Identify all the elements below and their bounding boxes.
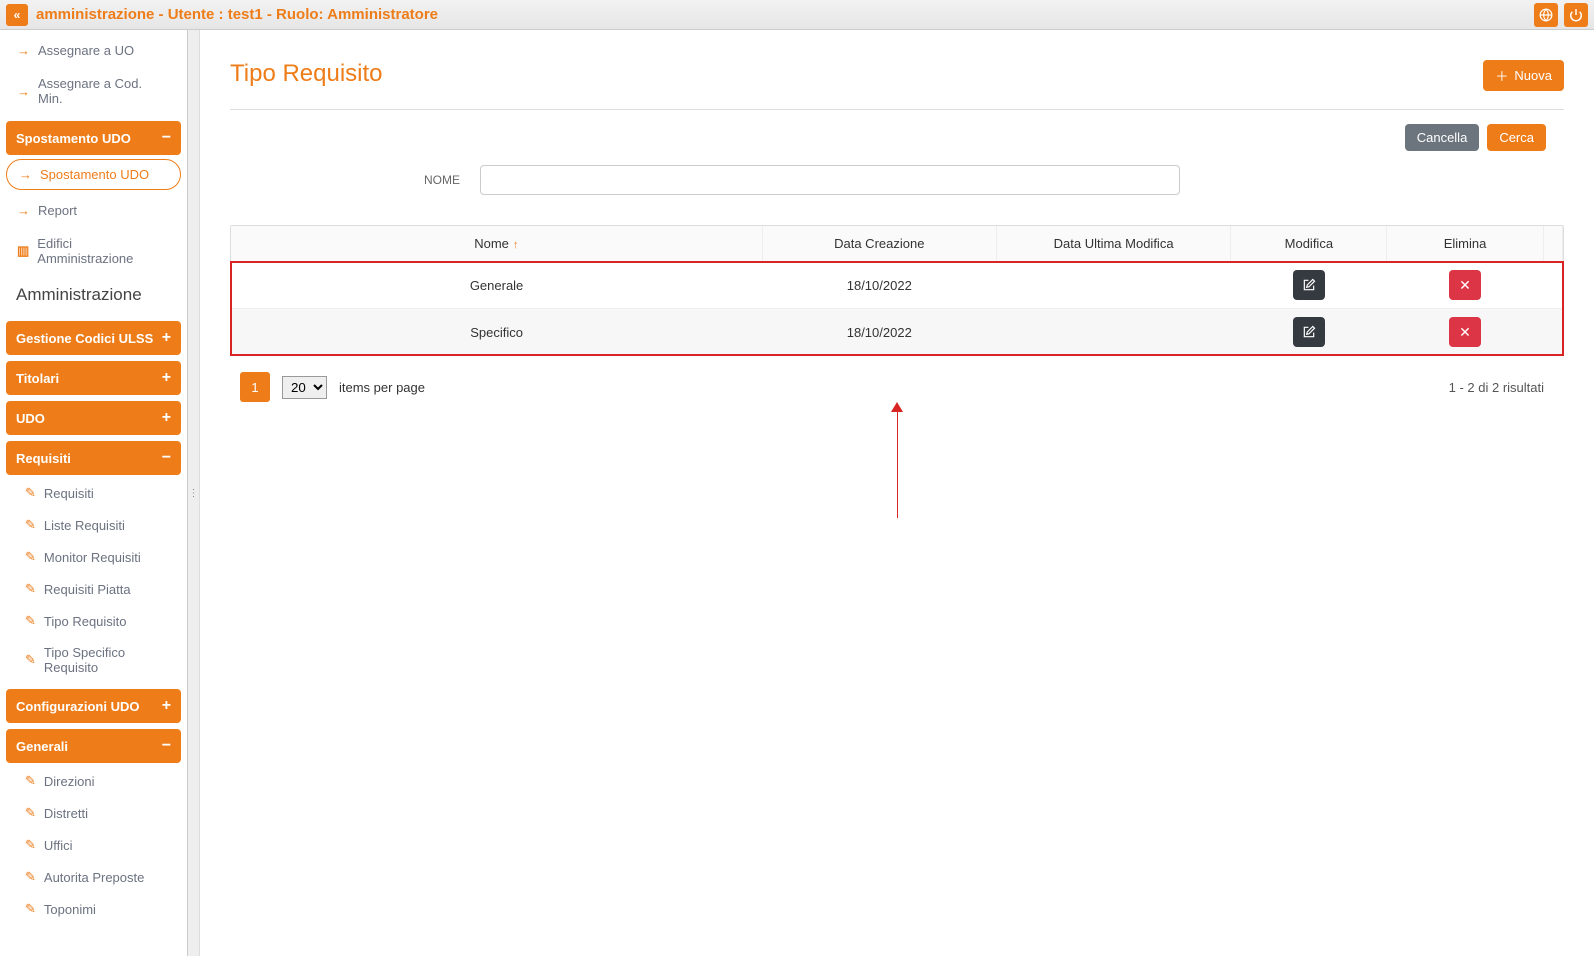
search-button[interactable]: Cerca xyxy=(1487,124,1546,151)
col-data-creazione[interactable]: Data Creazione xyxy=(762,226,996,262)
plus-icon: + xyxy=(162,329,171,347)
sidebar-section-configurazioni-udo[interactable]: Configurazioni UDO+ xyxy=(6,689,181,723)
items-per-page-select[interactable]: 20 xyxy=(282,376,327,399)
sidebar-resize-handle[interactable]: ⋮ xyxy=(187,30,199,956)
sidebar-item-report[interactable]: →Report xyxy=(6,194,181,227)
cancel-button[interactable]: Cancella xyxy=(1405,124,1480,151)
sidebar-section-udo[interactable]: UDO+ xyxy=(6,401,181,435)
sidebar-item-distretti[interactable]: ✎Distretti xyxy=(6,797,181,829)
col-modifica: Modifica xyxy=(1231,226,1387,262)
table-row: Specifico 18/10/2022 ✕ xyxy=(231,309,1563,356)
new-button[interactable]: ＋Nuova xyxy=(1483,60,1564,91)
edit-row-button[interactable] xyxy=(1293,270,1325,300)
edit-icon xyxy=(1302,278,1316,292)
app-title: amministrazione - Utente : test1 - Ruolo… xyxy=(36,6,438,23)
col-elimina: Elimina xyxy=(1387,226,1543,262)
globe-icon xyxy=(1539,8,1553,22)
cell-modifica xyxy=(996,309,1230,356)
annotation-arrow xyxy=(230,408,1564,528)
sidebar-item-tipo-specifico-requisito[interactable]: ✎Tipo Specifico Requisito xyxy=(6,637,181,683)
sidebar-item-monitor-requisiti[interactable]: ✎Monitor Requisiti xyxy=(6,541,181,573)
sidebar-item-toponimi[interactable]: ✎Toponimi xyxy=(6,893,181,925)
plus-icon: + xyxy=(162,369,171,387)
user-edit-icon: ✎ xyxy=(25,869,36,885)
user-edit-icon: ✎ xyxy=(25,581,36,597)
results-summary: 1 - 2 di 2 risultati xyxy=(1449,380,1554,395)
cell-modifica xyxy=(996,262,1230,309)
results-table: Nome↑ Data Creazione Data Ultima Modific… xyxy=(230,225,1564,356)
user-edit-icon: ✎ xyxy=(25,652,36,668)
user-edit-icon: ✎ xyxy=(25,901,36,917)
user-edit-icon: ✎ xyxy=(25,773,36,789)
building-icon: ▥ xyxy=(17,243,29,259)
topbar: « amministrazione - Utente : test1 - Ruo… xyxy=(0,0,1594,30)
cell-nome: Generale xyxy=(231,262,762,309)
close-icon: ✕ xyxy=(1459,324,1471,341)
sidebar-item-assegnare-cod[interactable]: →Assegnare a Cod. Min. xyxy=(6,67,181,115)
user-edit-icon: ✎ xyxy=(25,549,36,565)
user-edit-icon: ✎ xyxy=(25,805,36,821)
items-per-page-label: items per page xyxy=(339,380,425,395)
sidebar-item-edifici[interactable]: ▥Edifici Amministrazione xyxy=(6,227,181,275)
sidebar-section-spostamento[interactable]: Spostamento UDO− xyxy=(6,121,181,155)
power-icon xyxy=(1569,8,1583,22)
minus-icon: − xyxy=(162,737,171,755)
sidebar-label-amministrazione: Amministrazione xyxy=(6,275,181,315)
cell-nome: Specifico xyxy=(231,309,762,356)
page-title: Tipo Requisito xyxy=(230,60,383,88)
power-button[interactable] xyxy=(1564,3,1588,27)
sidebar-item-autorita-preposte[interactable]: ✎Autorita Preposte xyxy=(6,861,181,893)
chevron-left-icon: « xyxy=(14,8,21,22)
plus-icon: + xyxy=(162,697,171,715)
cell-creazione: 18/10/2022 xyxy=(762,309,996,356)
plus-icon: + xyxy=(162,409,171,427)
col-data-modifica[interactable]: Data Ultima Modifica xyxy=(996,226,1230,262)
sidebar-item-tipo-requisito[interactable]: ✎Tipo Requisito xyxy=(6,605,181,637)
minus-icon: − xyxy=(162,449,171,467)
table-row: Generale 18/10/2022 ✕ xyxy=(231,262,1563,309)
arrow-right-icon: → xyxy=(17,203,30,218)
filter-nome-label: NOME xyxy=(390,173,460,187)
delete-row-button[interactable]: ✕ xyxy=(1449,270,1481,300)
sidebar-item-liste-requisiti[interactable]: ✎Liste Requisiti xyxy=(6,509,181,541)
col-nome[interactable]: Nome↑ xyxy=(231,226,762,262)
user-edit-icon: ✎ xyxy=(25,613,36,629)
filter-nome-input[interactable] xyxy=(480,165,1180,195)
sidebar-item-uffici[interactable]: ✎Uffici xyxy=(6,829,181,861)
close-icon: ✕ xyxy=(1459,277,1471,294)
user-edit-icon: ✎ xyxy=(25,517,36,533)
main-content: Tipo Requisito ＋Nuova Cancella Cerca NOM… xyxy=(200,30,1594,956)
sidebar-item-direzioni[interactable]: ✎Direzioni xyxy=(6,765,181,797)
arrow-right-icon: → xyxy=(17,84,30,99)
sidebar-collapse-toggle[interactable]: « xyxy=(6,4,28,26)
sidebar-section-generali[interactable]: Generali− xyxy=(6,729,181,763)
sidebar-item-requisiti[interactable]: ✎Requisiti xyxy=(6,477,181,509)
sidebar-section-requisiti[interactable]: Requisiti− xyxy=(6,441,181,475)
filter-row: NOME xyxy=(390,165,1564,195)
sidebar-item-spostamento-udo[interactable]: →Spostamento UDO xyxy=(6,159,181,190)
sidebar: →Assegnare a UO →Assegnare a Cod. Min. S… xyxy=(0,30,200,956)
sort-asc-icon: ↑ xyxy=(513,239,519,251)
sidebar-section-titolari[interactable]: Titolari+ xyxy=(6,361,181,395)
edit-icon xyxy=(1302,325,1316,339)
edit-row-button[interactable] xyxy=(1293,317,1325,347)
minus-icon: − xyxy=(162,129,171,147)
plus-icon: ＋ xyxy=(1495,66,1508,85)
user-edit-icon: ✎ xyxy=(25,837,36,853)
arrow-right-icon: → xyxy=(19,167,32,182)
sidebar-section-gestione-codici[interactable]: Gestione Codici ULSS+ xyxy=(6,321,181,355)
page-number[interactable]: 1 xyxy=(240,372,270,402)
sidebar-item-assegnare-uo[interactable]: →Assegnare a UO xyxy=(6,34,181,67)
user-edit-icon: ✎ xyxy=(25,485,36,501)
cell-creazione: 18/10/2022 xyxy=(762,262,996,309)
sidebar-item-requisiti-piatta[interactable]: ✎Requisiti Piatta xyxy=(6,573,181,605)
arrow-right-icon: → xyxy=(17,43,30,58)
language-button[interactable] xyxy=(1534,3,1558,27)
delete-row-button[interactable]: ✕ xyxy=(1449,317,1481,347)
